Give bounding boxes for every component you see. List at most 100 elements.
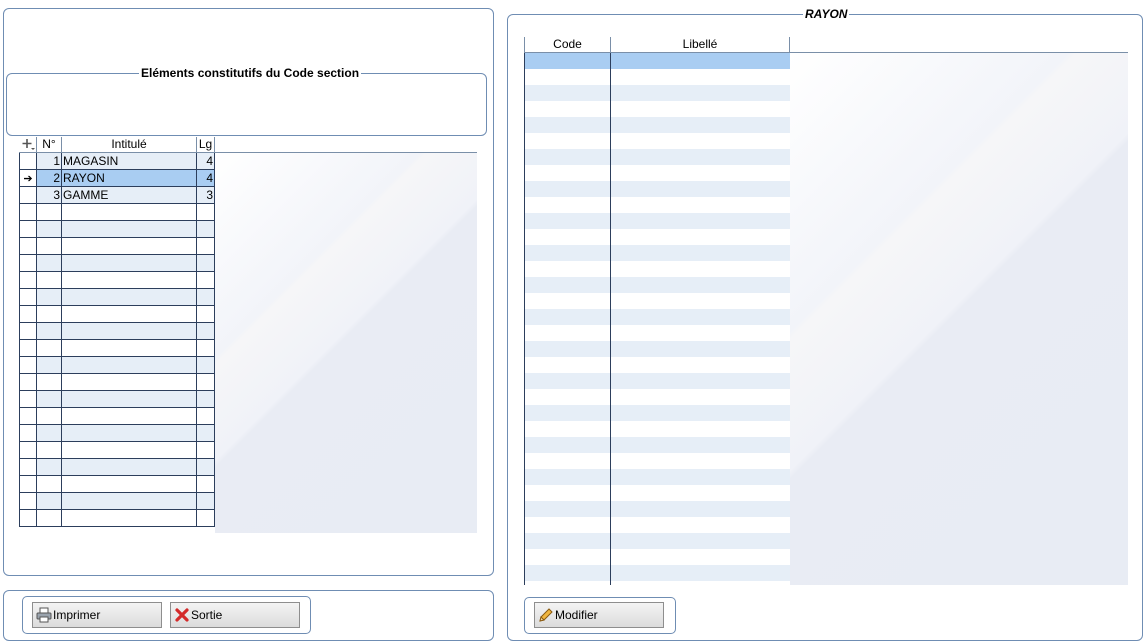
row-indicator[interactable]	[19, 153, 37, 170]
cell-intitule[interactable]	[62, 357, 197, 374]
cell-code[interactable]	[524, 213, 611, 229]
cell-libelle[interactable]	[611, 533, 790, 549]
cell-libelle[interactable]	[611, 357, 790, 373]
cell-code[interactable]	[524, 421, 611, 437]
row-indicator[interactable]	[19, 374, 37, 391]
table-row[interactable]	[524, 101, 790, 117]
cell-lg[interactable]	[197, 391, 215, 408]
cell-libelle[interactable]	[611, 181, 790, 197]
row-indicator[interactable]	[19, 340, 37, 357]
cell-libelle[interactable]	[611, 469, 790, 485]
table-row[interactable]: 1 MAGASIN 4	[19, 153, 215, 170]
table-row[interactable]: ➔ 2 RAYON 4	[19, 170, 215, 187]
table-row[interactable]	[524, 357, 790, 373]
cell-lg[interactable]	[197, 204, 215, 221]
table-row[interactable]	[524, 149, 790, 165]
cell-number[interactable]	[37, 221, 62, 238]
rayon-grid[interactable]: Code Libellé	[524, 37, 1128, 585]
cell-lg[interactable]	[197, 238, 215, 255]
cell-number[interactable]	[37, 238, 62, 255]
cell-libelle[interactable]	[611, 389, 790, 405]
cell-number[interactable]	[37, 323, 62, 340]
col-header-code[interactable]: Code	[524, 37, 611, 52]
row-indicator[interactable]	[19, 391, 37, 408]
row-indicator[interactable]	[19, 255, 37, 272]
cell-intitule[interactable]	[62, 510, 197, 527]
exit-button[interactable]: Sortie	[170, 602, 300, 628]
cell-libelle[interactable]	[611, 437, 790, 453]
row-indicator[interactable]	[19, 442, 37, 459]
cell-libelle[interactable]	[611, 165, 790, 181]
row-indicator[interactable]	[19, 187, 37, 204]
elements-grid[interactable]: N° Intitulé Lg 1 MAGASIN 4 ➔ 2 RAYON 4 3 GAMME 3	[19, 137, 477, 533]
cell-intitule[interactable]	[62, 323, 197, 340]
cell-libelle[interactable]	[611, 453, 790, 469]
row-indicator[interactable]	[19, 238, 37, 255]
table-row[interactable]	[524, 85, 790, 101]
cell-lg[interactable]: 4	[197, 170, 215, 187]
cell-number[interactable]	[37, 391, 62, 408]
cell-intitule[interactable]: GAMME	[62, 187, 197, 204]
row-indicator[interactable]	[19, 510, 37, 527]
cell-libelle[interactable]	[611, 309, 790, 325]
cell-libelle[interactable]	[611, 293, 790, 309]
cell-intitule[interactable]	[62, 204, 197, 221]
cell-code[interactable]	[524, 85, 611, 101]
cell-code[interactable]	[524, 389, 611, 405]
cell-intitule[interactable]	[62, 391, 197, 408]
cell-number[interactable]	[37, 255, 62, 272]
cell-libelle[interactable]	[611, 485, 790, 501]
cell-code[interactable]	[524, 517, 611, 533]
cell-code[interactable]	[524, 533, 611, 549]
cell-lg[interactable]	[197, 255, 215, 272]
table-row[interactable]	[524, 165, 790, 181]
cell-number[interactable]	[37, 204, 62, 221]
table-row[interactable]	[524, 181, 790, 197]
cell-code[interactable]	[524, 453, 611, 469]
cell-libelle[interactable]	[611, 101, 790, 117]
cell-number[interactable]: 2	[37, 170, 62, 187]
table-row[interactable]	[19, 391, 215, 408]
cell-code[interactable]	[524, 357, 611, 373]
cell-intitule[interactable]	[62, 425, 197, 442]
table-row[interactable]	[524, 245, 790, 261]
cell-lg[interactable]	[197, 221, 215, 238]
cell-code[interactable]	[524, 229, 611, 245]
cell-libelle[interactable]	[611, 213, 790, 229]
cell-libelle[interactable]	[611, 373, 790, 389]
edit-button[interactable]: Modifier	[534, 602, 664, 628]
cell-code[interactable]	[524, 309, 611, 325]
table-row[interactable]	[524, 341, 790, 357]
cell-number[interactable]	[37, 493, 62, 510]
cell-code[interactable]	[524, 469, 611, 485]
table-row[interactable]	[524, 261, 790, 277]
table-row[interactable]	[524, 437, 790, 453]
table-row[interactable]	[524, 309, 790, 325]
cell-code[interactable]	[524, 437, 611, 453]
row-indicator[interactable]	[19, 221, 37, 238]
cell-libelle[interactable]	[611, 229, 790, 245]
table-row[interactable]	[19, 323, 215, 340]
cell-intitule[interactable]	[62, 374, 197, 391]
cell-code[interactable]	[524, 501, 611, 517]
cell-libelle[interactable]	[611, 405, 790, 421]
cell-libelle[interactable]	[611, 53, 790, 69]
cell-number[interactable]: 3	[37, 187, 62, 204]
row-indicator[interactable]	[19, 306, 37, 323]
cell-number[interactable]	[37, 306, 62, 323]
col-header-intitule[interactable]: Intitulé	[62, 137, 197, 152]
cell-code[interactable]	[524, 165, 611, 181]
table-row[interactable]	[524, 197, 790, 213]
cell-number[interactable]	[37, 459, 62, 476]
table-row[interactable]	[19, 238, 215, 255]
table-row[interactable]: 3 GAMME 3	[19, 187, 215, 204]
cell-code[interactable]	[524, 261, 611, 277]
cell-lg[interactable]	[197, 510, 215, 527]
cell-libelle[interactable]	[611, 85, 790, 101]
table-row[interactable]	[524, 373, 790, 389]
cell-number[interactable]	[37, 425, 62, 442]
cell-intitule[interactable]	[62, 255, 197, 272]
cell-number[interactable]	[37, 442, 62, 459]
cell-number[interactable]	[37, 408, 62, 425]
table-row[interactable]	[524, 117, 790, 133]
